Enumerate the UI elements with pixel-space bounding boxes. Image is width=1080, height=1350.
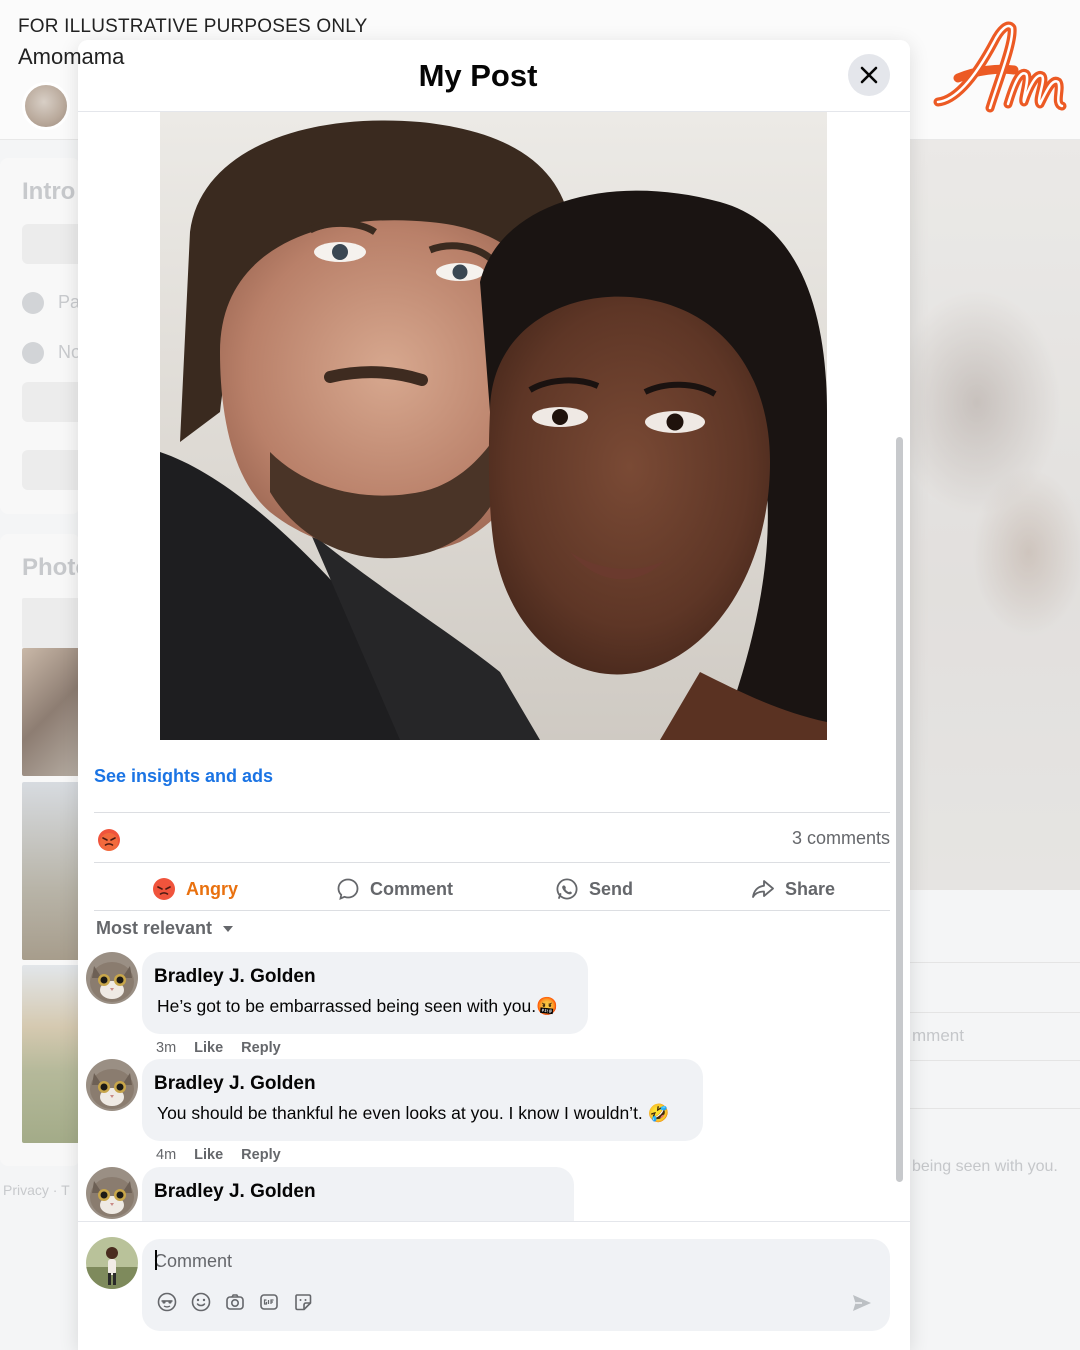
illustrative-notice: FOR ILLUSTRATIVE PURPOSES ONLY [18,16,368,37]
info-icon [22,292,44,314]
commenter-avatar[interactable] [86,1167,138,1219]
commenter-avatar[interactable] [86,952,138,1004]
divider [908,1108,1080,1109]
comment-author[interactable]: Bradley J. Golden [154,1181,558,1203]
comment-icon [337,878,359,900]
background-profile-avatar [22,82,70,130]
divider [908,1060,1080,1061]
comment-like-button[interactable]: Like [194,1147,223,1163]
angry-emoji-icon[interactable] [97,828,121,852]
comment-composer [142,1239,890,1331]
background-footer-links: Privacy · T [3,1182,70,1198]
comment-author[interactable]: Bradley J. Golden [154,966,572,988]
comment-time[interactable]: 3m [156,1040,176,1056]
commenter-avatar[interactable] [86,1059,138,1111]
chevron-down-icon [223,925,234,932]
comment-meta: 4m Like Reply [156,1147,281,1163]
comment-time[interactable]: 4m [156,1147,176,1163]
share-icon [752,880,774,898]
comment-author[interactable]: Bradley J. Golden [154,1073,687,1095]
background-photo-thumb [22,782,82,960]
send-label: Send [589,878,634,899]
comment-sort-dropdown[interactable]: Most relevant [96,918,234,939]
comment-item: Bradley J. Golden [86,1167,686,1221]
my-avatar[interactable] [86,1237,138,1289]
divider [908,962,1080,963]
sort-label: Most relevant [96,918,213,938]
emoji-button[interactable] [190,1291,212,1313]
dialog-header: My Post [78,40,910,112]
emoji-icon [191,1292,211,1312]
close-icon [860,66,878,84]
divider [94,812,890,813]
post-photo[interactable] [160,112,827,740]
background-photo-thumb [22,598,82,648]
avatar-sticker-button[interactable] [156,1291,178,1313]
text-caret [155,1250,157,1270]
dialog-title: My Post [418,58,538,93]
star-icon [22,342,44,364]
background-comment-snippet: being seen with you. [912,1158,1058,1175]
comment-text: You should be thankful he even looks at … [157,1103,670,1123]
amomama-logo [933,21,1067,113]
background-intro-row-1: Pa [58,292,81,312]
messenger-icon [556,878,578,900]
scrollbar[interactable] [896,437,903,1182]
comments-count[interactable]: 3 comments [718,828,890,849]
comment-text: He’s got to be embarrassed being seen wi… [157,996,558,1016]
comment-input[interactable] [154,1247,554,1275]
avatar-sticker-icon [157,1292,177,1312]
comment-bubble: Bradley J. Golden He’s got to be embarra… [142,952,588,1034]
insights-link[interactable]: See insights and ads [94,766,273,787]
angry-label: Angry [186,878,239,899]
share-label: Share [785,878,836,899]
share-button[interactable]: Share [751,874,835,904]
angry-reaction-button[interactable]: Angry [152,874,238,904]
gif-icon [260,1294,278,1310]
divider [908,1012,1080,1013]
brand-name: Amomama [18,44,125,69]
background-comment-action: mment [912,1026,964,1045]
comment-reply-button[interactable]: Reply [241,1040,281,1056]
comment-meta: 3m Like Reply [156,1040,281,1056]
composer-tools [156,1291,314,1313]
background-photo-thumb [22,648,82,776]
comment-like-button[interactable]: Like [194,1040,223,1056]
divider [94,862,890,863]
background-post-photo [908,140,1080,890]
background-intro-title: Intro [22,178,76,205]
comment-composer-bar [78,1221,910,1350]
photo-button[interactable] [224,1291,246,1313]
send-button[interactable]: Send [555,874,633,904]
camera-icon [226,1294,244,1310]
comment-reply-button[interactable]: Reply [241,1147,281,1163]
comment-bubble: Bradley J. Golden You should be thankful… [142,1059,703,1141]
comment-bubble: Bradley J. Golden [142,1167,574,1221]
post-dialog: My Post See insights and ads 3 comments … [78,40,910,1350]
divider [94,910,890,911]
comment-button[interactable]: Comment [336,874,453,904]
sticker-icon [295,1294,312,1311]
sticker-button[interactable] [292,1291,314,1313]
background-photo-thumb [22,965,82,1143]
send-arrow-icon[interactable] [850,1291,874,1315]
close-button[interactable] [848,54,890,96]
gif-button[interactable] [258,1291,280,1313]
comment-label: Comment [370,878,454,899]
angry-emoji-icon [153,878,175,900]
